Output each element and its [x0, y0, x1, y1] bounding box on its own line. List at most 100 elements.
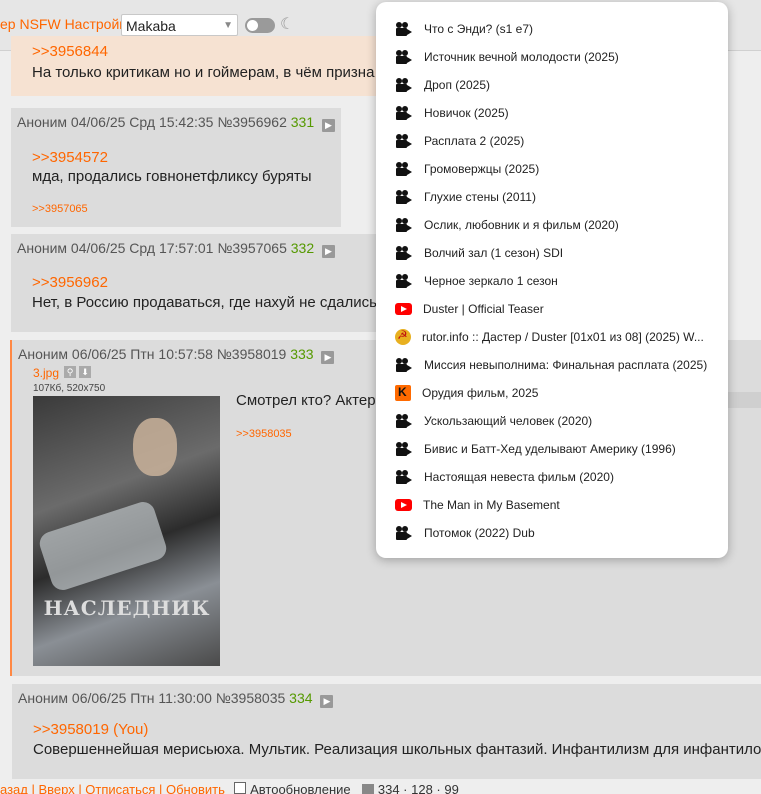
- thread-stats: 334 · 128 · 99: [377, 782, 459, 794]
- file-name[interactable]: 3.jpg: [33, 366, 59, 380]
- history-item-label: Волчий зал (1 сезон) SDI: [424, 246, 564, 260]
- post-header-text: Аноним 04/06/25 Срд 15:42:35 №3956962: [17, 114, 287, 130]
- post-text: Нет, в Россию продаваться, где нахуй не …: [32, 294, 377, 311]
- history-item-label: The Man in My Basement: [423, 498, 560, 512]
- kinopoisk-icon: [395, 385, 411, 401]
- post-header-text: Аноним 06/06/25 Птн 10:57:58 №3958019: [18, 346, 287, 362]
- play-icon[interactable]: ▶: [322, 245, 335, 258]
- history-item[interactable]: Что с Энди? (s1 e7): [376, 15, 728, 43]
- autoupdate-label: Автообновление: [250, 782, 351, 794]
- movie-camera-icon: [395, 469, 413, 485]
- reply-ref[interactable]: >>3954572: [32, 149, 108, 166]
- reply-backlink[interactable]: >>3958035: [236, 428, 292, 440]
- play-icon[interactable]: ▶: [321, 351, 335, 364]
- reply-ref[interactable]: >>3956962: [32, 274, 108, 291]
- history-item[interactable]: Орудия фильм, 2025: [376, 379, 728, 407]
- history-item[interactable]: Новичок (2025): [376, 99, 728, 127]
- history-item-label: Орудия фильм, 2025: [422, 386, 539, 400]
- movie-camera-icon: [395, 49, 413, 65]
- post-count: 334: [289, 690, 313, 706]
- history-item[interactable]: Источник вечной молодости (2025): [376, 43, 728, 71]
- post: Аноним 04/06/25 Срд 15:42:35 №3956962 33…: [11, 108, 341, 227]
- dark-mode-toggle[interactable]: [245, 18, 275, 33]
- reply-ref[interactable]: >>3956844: [32, 43, 108, 60]
- history-item[interactable]: Потомок (2022) Dub: [376, 519, 728, 547]
- post-text: Смотрел кто? Актеры: [236, 392, 387, 409]
- download-icon[interactable]: ⬇: [79, 366, 91, 378]
- history-item-label: Потомок (2022) Dub: [424, 526, 535, 540]
- post-text: Совершеннейшая мерисьюха. Мультик. Реали…: [33, 741, 761, 758]
- history-item[interactable]: Настоящая невеста фильм (2020): [376, 463, 728, 491]
- play-icon[interactable]: ▶: [322, 119, 335, 132]
- history-item[interactable]: Дроп (2025): [376, 71, 728, 99]
- scrollbar-track[interactable]: [728, 392, 761, 408]
- style-select[interactable]: Makaba ▼: [121, 14, 238, 36]
- thread-footer: азад | Вверх | Отписаться | Обновить Авт…: [0, 782, 761, 794]
- autoupdate-checkbox[interactable]: [234, 782, 247, 794]
- movie-camera-icon: [395, 105, 413, 121]
- history-item-label: Новичок (2025): [424, 106, 509, 120]
- history-item[interactable]: Ускользающий человек (2020): [376, 407, 728, 435]
- movie-camera-icon: [395, 133, 413, 149]
- movie-camera-icon: [395, 357, 413, 373]
- history-item[interactable]: Бивис и Батт-Хед уделывают Америку (1996…: [376, 435, 728, 463]
- post-count: 331: [290, 114, 315, 130]
- history-item[interactable]: Волчий зал (1 сезон) SDI: [376, 239, 728, 267]
- poster-title: НАСЛЕДНИК: [43, 596, 211, 620]
- history-item[interactable]: The Man in My Basement: [376, 491, 728, 519]
- footer-links[interactable]: азад | Вверх | Отписаться | Обновить: [0, 782, 225, 794]
- post-header: Аноним 04/06/25 Срд 17:57:01 №3957065 33…: [17, 240, 335, 258]
- history-item-label: Ускользающий человек (2020): [424, 414, 593, 428]
- post-header: Аноним 04/06/25 Срд 15:42:35 №3956962 33…: [17, 114, 335, 132]
- history-item-label: Черное зеркало 1 сезон: [424, 274, 558, 288]
- history-dropdown: Что с Энди? (s1 e7) Источник вечной моло…: [376, 2, 728, 558]
- history-item-label: Что с Энди? (s1 e7): [424, 22, 534, 36]
- history-item[interactable]: Черное зеркало 1 сезон: [376, 267, 728, 295]
- post-header-text: Аноним 04/06/25 Срд 17:57:01 №3957065: [17, 240, 287, 256]
- file-meta: 107Кб, 520x750: [33, 383, 106, 394]
- history-item[interactable]: Миссия невыполнима: Финальная расплата (…: [376, 351, 728, 379]
- movie-camera-icon: [395, 21, 413, 37]
- search-icon[interactable]: ⚲: [64, 366, 76, 378]
- movie-camera-icon: [395, 217, 413, 233]
- chevron-down-icon: ▼: [223, 20, 233, 31]
- post-count: 333: [290, 346, 314, 362]
- history-item-label: Громовержцы (2025): [424, 162, 540, 176]
- history-item-label: Бивис и Батт-Хед уделывают Америку (1996…: [424, 442, 676, 456]
- history-item-label: Дроп (2025): [424, 78, 490, 92]
- movie-camera-icon: [395, 189, 413, 205]
- history-item[interactable]: Ослик, любовник и я фильм (2020): [376, 211, 728, 239]
- history-item-label: Настоящая невеста фильм (2020): [424, 470, 614, 484]
- history-item-label: Ослик, любовник и я фильм (2020): [424, 218, 619, 232]
- style-select-value: Makaba: [126, 18, 176, 34]
- poster-face-shape: [133, 418, 177, 476]
- post-text: На только критикам но и гоймерам, в чём …: [32, 64, 375, 81]
- post: >>3956844 На только критикам но и гоймер…: [11, 36, 381, 96]
- history-item[interactable]: Громовержцы (2025): [376, 155, 728, 183]
- history-item-label: Расплата 2 (2025): [424, 134, 525, 148]
- movie-camera-icon: [395, 525, 413, 541]
- stats-icon: [362, 784, 375, 794]
- movie-camera-icon: [395, 413, 413, 429]
- movie-camera-icon: [395, 273, 413, 289]
- movie-camera-icon: [395, 161, 413, 177]
- play-icon[interactable]: ▶: [320, 695, 334, 708]
- post-header: Аноним 06/06/25 Птн 11:30:00 №3958035 33…: [18, 690, 334, 708]
- history-item[interactable]: rutor.info :: Дастер / Duster [01x01 из …: [376, 323, 728, 351]
- movie-camera-icon: [395, 77, 413, 93]
- history-item[interactable]: Глухие стены (2011): [376, 183, 728, 211]
- movie-camera-icon: [395, 441, 413, 457]
- history-item-label: Duster | Official Teaser: [423, 302, 544, 316]
- history-item[interactable]: Расплата 2 (2025): [376, 127, 728, 155]
- moon-icon[interactable]: ☾: [280, 14, 294, 34]
- post-header-text: Аноним 06/06/25 Птн 11:30:00 №3958035: [18, 690, 286, 706]
- post: Аноним 06/06/25 Птн 11:30:00 №3958035 33…: [12, 684, 761, 779]
- reply-ref[interactable]: >>3958019 (You): [33, 721, 148, 738]
- post: Аноним 04/06/25 Срд 17:57:01 №3957065 33…: [11, 234, 381, 332]
- post-image-thumbnail[interactable]: НАСЛЕДНИК: [33, 396, 220, 666]
- rutor-icon: [395, 328, 411, 345]
- history-item[interactable]: Duster | Official Teaser: [376, 295, 728, 323]
- top-nav-links[interactable]: ер NSFW Настройки: [0, 16, 133, 32]
- reply-backlink[interactable]: >>3957065: [32, 203, 88, 215]
- history-item-label: Глухие стены (2011): [424, 190, 536, 204]
